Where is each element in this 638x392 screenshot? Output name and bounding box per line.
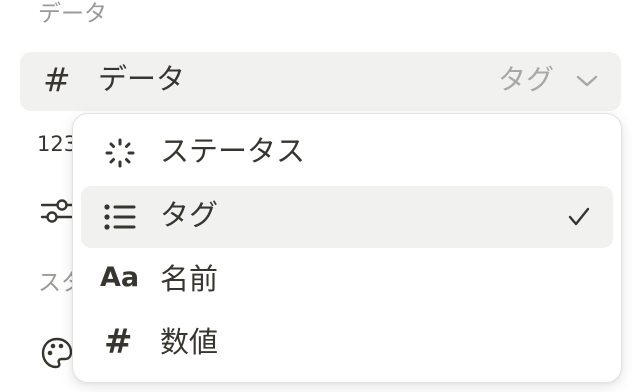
dropdown-option-name[interactable]: Aa 名前 — [81, 250, 613, 312]
text-aa-icon: Aa — [100, 262, 140, 293]
property-settings-panel: データ # データ タグ 123 スタ ステータス タグ Aa 名前 # 数値 — [0, 0, 638, 392]
dropdown-option-status[interactable]: ステータス — [81, 122, 613, 184]
hash-icon: # — [104, 322, 133, 362]
chevron-down-icon — [576, 75, 598, 87]
dropdown-option-label: ステータス — [160, 134, 306, 168]
property-type-dropdown: ステータス タグ Aa 名前 # 数値 — [72, 113, 622, 383]
dropdown-option-number[interactable]: # 数値 — [81, 313, 613, 375]
dropdown-option-label: 名前 — [160, 262, 219, 296]
dropdown-option-tag[interactable]: タグ — [81, 186, 613, 248]
property-name: データ — [98, 62, 186, 96]
checkmark-icon — [568, 207, 590, 226]
dropdown-option-label: 数値 — [160, 325, 219, 359]
property-type-value: タグ — [497, 63, 554, 96]
status-icon — [105, 138, 135, 168]
section-label-data: データ — [38, 1, 107, 27]
palette-icon[interactable] — [40, 336, 74, 370]
list-icon — [104, 204, 136, 230]
property-type-row[interactable]: # データ タグ — [20, 52, 621, 111]
dropdown-option-label: タグ — [160, 198, 219, 232]
sliders-icon[interactable] — [40, 196, 74, 226]
hash-icon: # — [43, 60, 71, 99]
